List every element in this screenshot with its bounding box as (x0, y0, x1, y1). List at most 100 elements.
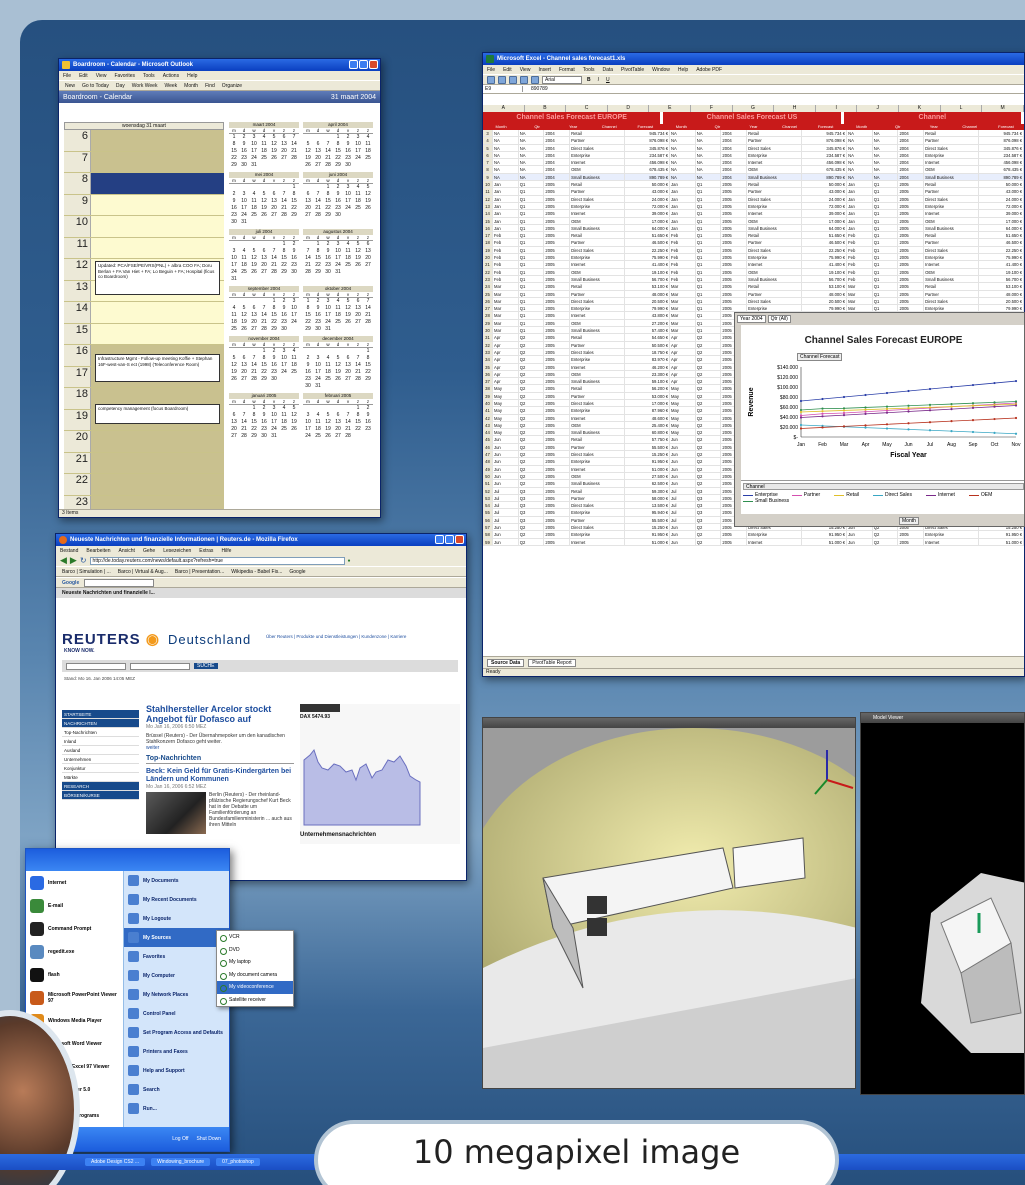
table-cell[interactable]: Q2 (695, 356, 722, 364)
firefox-titlebar[interactable]: Neueste Nachrichten und finanzielle Info… (56, 534, 466, 546)
table-cell[interactable]: 2005 (544, 509, 571, 517)
day-cell[interactable]: 15 (323, 198, 333, 205)
bookmark-item[interactable]: Wikipedia - Babel Fis... (229, 569, 284, 575)
table-cell[interactable]: Mar (493, 305, 519, 313)
pivot-chart[interactable]: Year 2004 Qtr (All) Channel Sales Forecas… (734, 312, 1025, 527)
day-cell[interactable]: 6 (279, 134, 289, 141)
menu-item[interactable]: Tools (583, 67, 595, 73)
row-number[interactable]: 47 (483, 451, 493, 459)
day-cell[interactable]: 21 (313, 205, 323, 212)
table-cell[interactable]: Mar (493, 297, 519, 306)
table-cell[interactable]: 51.650 € (801, 232, 848, 240)
table-cell[interactable]: Direct Sales (924, 144, 979, 152)
row-number[interactable]: 42 (483, 414, 493, 422)
source-item[interactable]: Satellite receiver (217, 994, 293, 1007)
day-cell[interactable]: 12 (333, 362, 343, 369)
day-cell[interactable]: 12 (239, 312, 249, 319)
day-cell[interactable]: 16 (323, 255, 333, 262)
table-cell[interactable]: 23.300 € (624, 370, 671, 379)
table-cell[interactable]: Q1 (518, 239, 545, 247)
table-cell[interactable]: Enterprise (570, 202, 625, 211)
table-cell[interactable]: Q1 (518, 254, 545, 262)
table-cell[interactable]: 2005 (544, 494, 571, 503)
day-cell[interactable]: 1 (313, 241, 323, 248)
day-cell[interactable]: 11 (313, 419, 323, 426)
table-cell[interactable]: 2004 (544, 159, 571, 167)
mini-month[interactable]: mei 2004 m d w d v z z 1 2 3 4 5 6 7 8 9 10 11 12 13 14 15 16 17… (229, 172, 299, 226)
table-cell[interactable]: 2005 (721, 195, 748, 203)
day-cell[interactable]: 17 (249, 148, 259, 155)
table-cell[interactable]: 2005 (898, 181, 925, 189)
table-cell[interactable]: 53.000 € (624, 392, 671, 400)
toolbar-button[interactable]: New (63, 83, 77, 89)
column-letter[interactable]: I (816, 105, 858, 112)
day-cell[interactable]: 5 (353, 241, 363, 248)
day-cell[interactable]: 7 (279, 191, 289, 198)
day-cell[interactable]: 19 (249, 262, 259, 269)
table-cell[interactable]: 2005 (544, 319, 571, 328)
table-cell[interactable]: NA (518, 173, 545, 182)
day-cell[interactable]: 27 (239, 376, 249, 383)
table-cell[interactable]: 2004 (898, 144, 925, 152)
column-letter[interactable]: E (649, 105, 692, 112)
day-cell[interactable]: 15 (289, 198, 299, 205)
logoff-button[interactable]: Log Off (172, 1136, 188, 1142)
day-cell[interactable]: 18 (363, 148, 373, 155)
day-cell[interactable]: 22 (363, 369, 373, 376)
table-cell[interactable]: Q1 (695, 246, 722, 255)
table-cell[interactable]: Jul (670, 502, 696, 510)
day-cell[interactable]: 25 (289, 369, 299, 376)
table-cell[interactable]: Jun (493, 531, 519, 539)
table-cell[interactable]: 2005 (721, 188, 748, 196)
table-cell[interactable]: Q2 (695, 378, 722, 386)
table-cell[interactable]: 2005 (898, 254, 925, 262)
day-cell[interactable]: 5 (343, 298, 353, 305)
day-cell[interactable]: 7 (313, 191, 323, 198)
day-cell[interactable]: 1 (279, 241, 289, 248)
minimize-icon[interactable] (349, 60, 358, 69)
table-row[interactable]: 26 Mar Q1 2005 Direct Sales 20.500 € Mar Q1 2005… (483, 297, 1024, 306)
table-cell[interactable]: May (670, 392, 696, 400)
table-cell[interactable]: Retail (747, 181, 802, 189)
my-sources-submenu[interactable]: VCR DVD My laptop My document camera My vide… (216, 930, 294, 1007)
mini-month[interactable]: december 2004 m d w d v z z 1 2 3 4 5 6 7 8 9 10 11 12 13 14 1… (303, 336, 373, 390)
place-item[interactable]: Set Program Access and Defaults (124, 1023, 229, 1042)
table-cell[interactable]: Apr (670, 348, 696, 357)
section-link[interactable]: Ausland (62, 746, 139, 755)
day-cell[interactable]: 18 (323, 369, 333, 376)
table-cell[interactable]: 2005 (544, 487, 571, 495)
day-cell[interactable]: 10 (239, 198, 249, 205)
table-cell[interactable]: Internet (570, 159, 625, 167)
place-item[interactable]: My Recent Documents (124, 890, 229, 909)
day-cell[interactable]: 12 (353, 248, 363, 255)
table-cell[interactable]: Small Business (570, 378, 625, 386)
day-cell[interactable]: 19 (333, 369, 343, 376)
table-cell[interactable]: 2005 (544, 348, 571, 357)
toolbar-button[interactable]: Find (203, 83, 217, 89)
table-cell[interactable]: Feb (493, 268, 519, 276)
table-cell[interactable]: 51.000 € (624, 465, 671, 473)
table-cell[interactable]: 678.435 € (624, 166, 671, 174)
year-filter[interactable]: Year 2004 (737, 315, 766, 323)
day-cell[interactable]: 17 (279, 362, 289, 369)
table-cell[interactable]: Retail (747, 130, 802, 138)
slot-cell[interactable] (91, 431, 224, 452)
day-cell[interactable]: 5 (363, 184, 373, 191)
row-number[interactable]: 21 (483, 261, 493, 269)
table-cell[interactable]: 46.500 € (978, 239, 1024, 247)
day-cell[interactable]: 20 (249, 319, 259, 326)
open-icon[interactable] (498, 75, 506, 84)
table-cell[interactable]: 2005 (544, 370, 571, 379)
table-cell[interactable]: Enterprise (924, 254, 979, 262)
table-cell[interactable]: Jun (493, 451, 519, 459)
table-cell[interactable]: Direct Sales (747, 195, 802, 203)
firefox-menubar[interactable]: Bestand Bearbeiten Ansicht Gehe Lesezeichen E… (56, 546, 466, 555)
hour-slot[interactable]: 10 (64, 216, 224, 238)
table-cell[interactable]: Mar (670, 327, 696, 335)
day-cell[interactable]: 4 (289, 348, 299, 355)
table-cell[interactable]: OEM (570, 421, 625, 430)
table-row[interactable]: 6 NA NA 2004 Enterprise 234.587 € NA NA 2004 Ente… (483, 151, 1024, 160)
table-cell[interactable]: Jun (493, 443, 519, 452)
qtr-filter[interactable]: Qtr (All) (767, 315, 791, 323)
table-cell[interactable]: Internet (570, 210, 625, 218)
